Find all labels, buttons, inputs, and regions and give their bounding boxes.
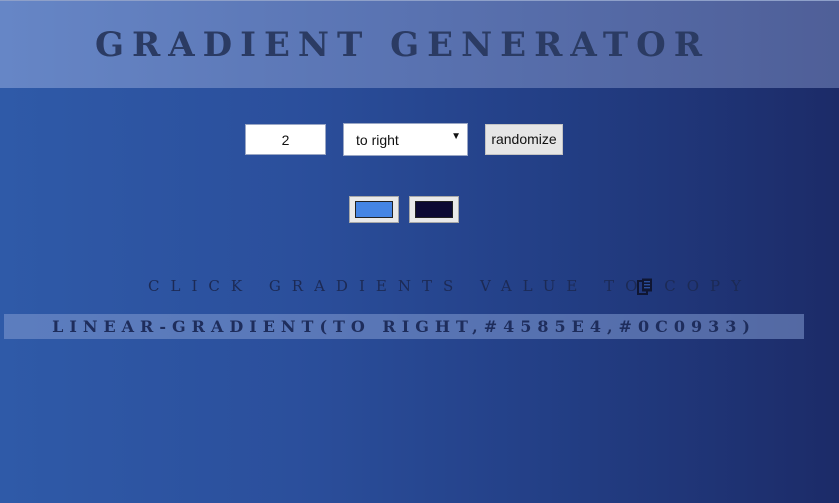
gradient-value-output[interactable]: LINEAR-GRADIENT(TO RIGHT,#4585E4,#0C0933… <box>4 314 804 339</box>
color-swatch-2[interactable] <box>409 196 459 223</box>
clipboard-icon[interactable] <box>637 278 653 295</box>
header-bar: GRADIENT GENERATOR <box>0 0 839 88</box>
color-swatch-fill <box>355 201 393 218</box>
page-title: GRADIENT GENERATOR <box>94 25 711 65</box>
color-swatch-1[interactable] <box>349 196 399 223</box>
copy-hint-text: CLICK GRADIENTS VALUE TO COPY <box>148 277 752 295</box>
randomize-button[interactable]: randomize <box>485 124 563 155</box>
chevron-down-icon: ▼ <box>451 131 461 142</box>
color-swatch-fill <box>415 201 453 218</box>
direction-select[interactable]: to right ▼ <box>343 123 468 156</box>
color-count-input[interactable] <box>245 124 326 155</box>
direction-selected-value: to right <box>356 132 399 148</box>
